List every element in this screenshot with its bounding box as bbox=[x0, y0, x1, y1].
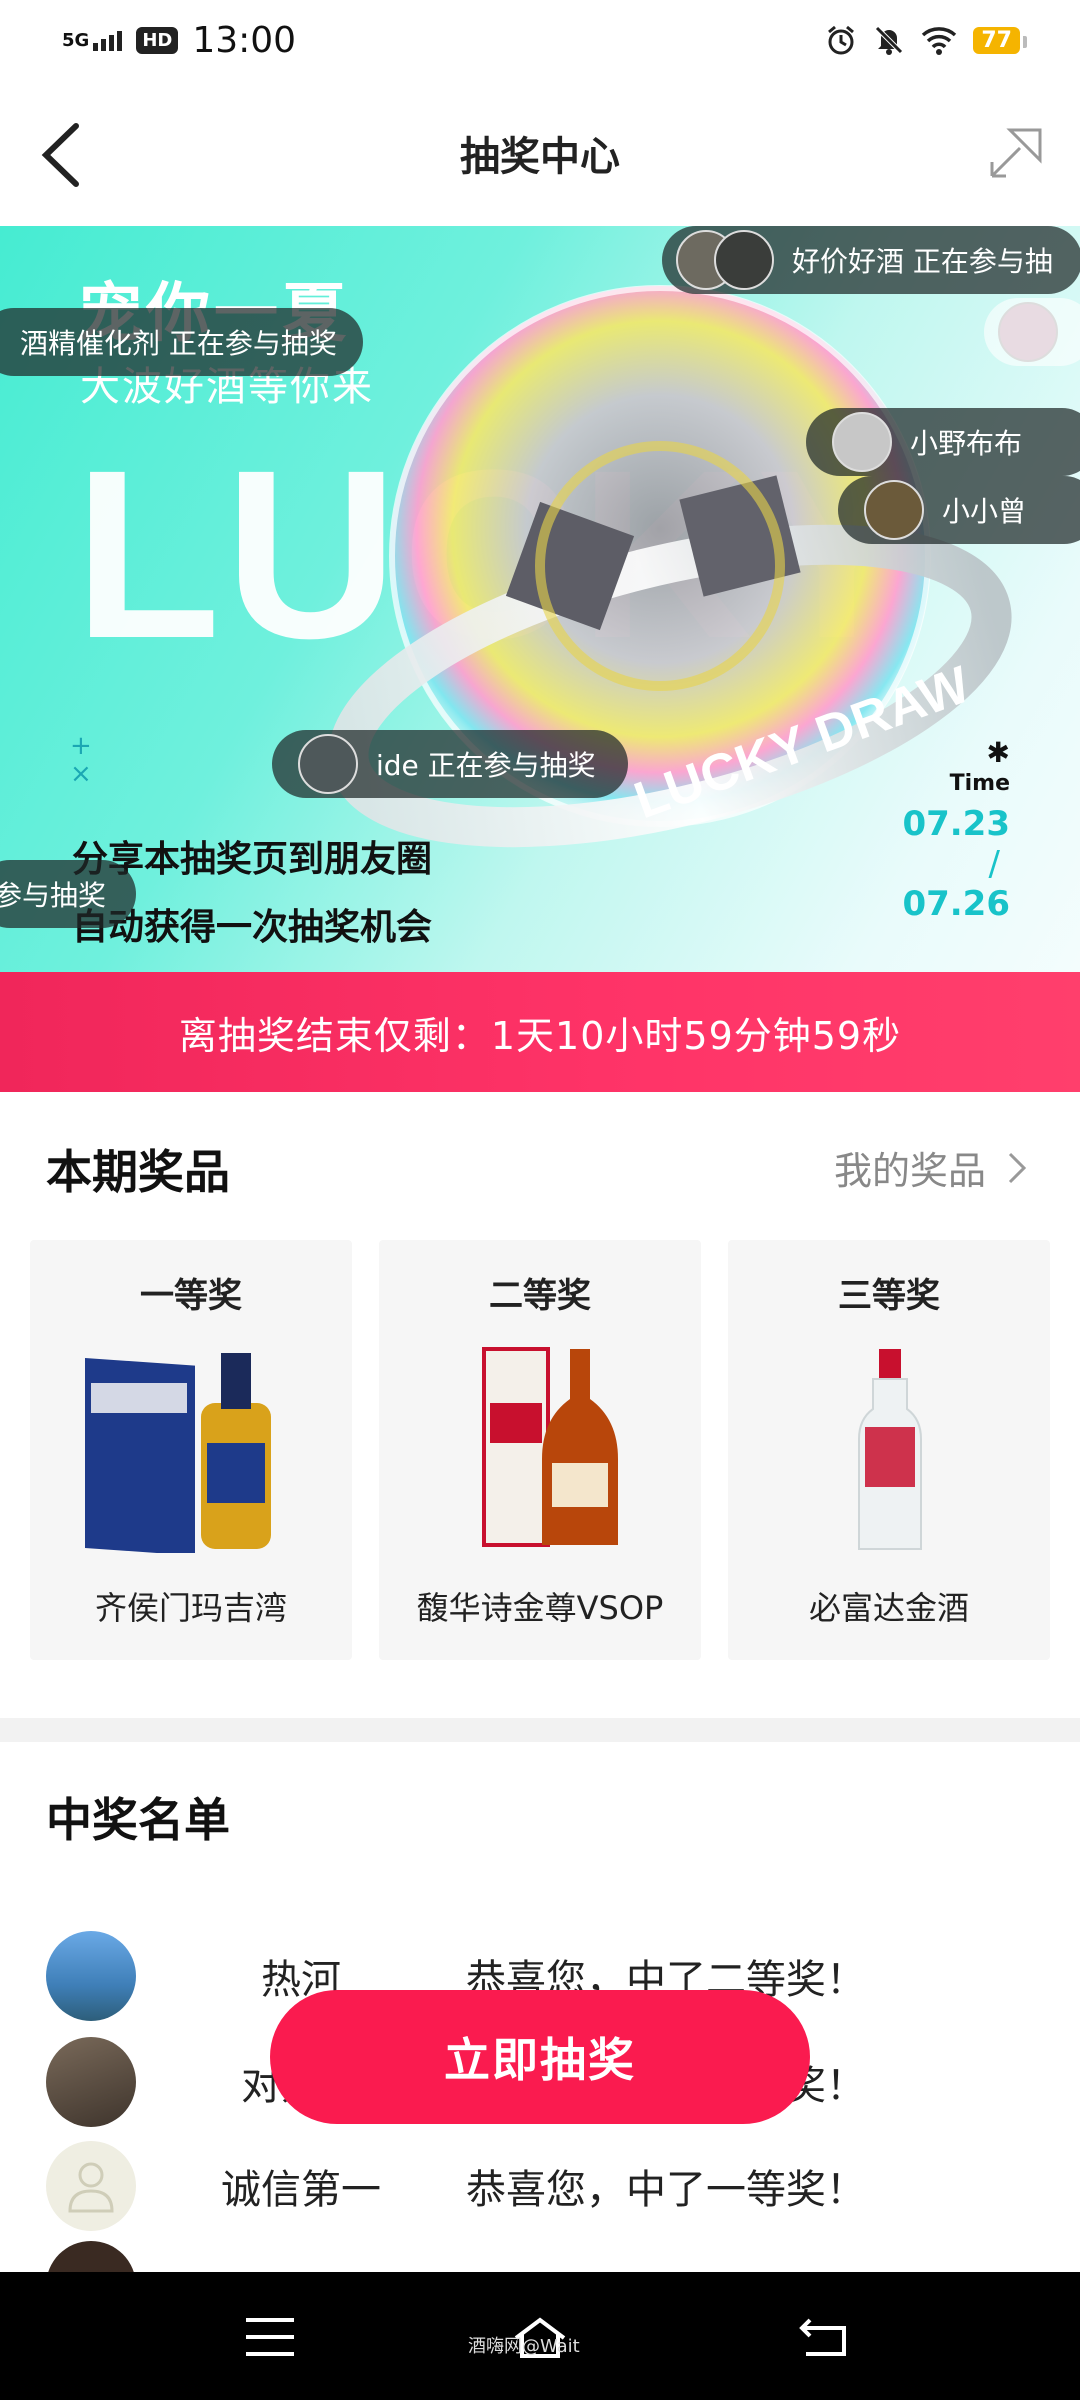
participant-bubble: 好价好酒 正在参与抽 bbox=[662, 226, 1080, 294]
my-prizes-link[interactable]: 我的奖品 bbox=[834, 1140, 1028, 1195]
status-bar: 5G HD 13:00 77 bbox=[0, 0, 1080, 80]
time-label: Time bbox=[949, 771, 1010, 796]
top-nav-bar: 抽奖中心 bbox=[0, 80, 1080, 226]
page-title: 抽奖中心 bbox=[460, 134, 620, 180]
battery-icon: 77 bbox=[973, 26, 1027, 54]
date-end: 07.26 bbox=[902, 884, 1010, 924]
prize-card-first[interactable]: 一等奖 齐侯门玛吉湾 bbox=[30, 1240, 352, 1660]
winners-heading: 中奖名单 bbox=[46, 1793, 230, 1847]
chevron-right-icon bbox=[1008, 1152, 1027, 1183]
hd-icon: HD bbox=[136, 26, 179, 54]
back-arrow-icon[interactable] bbox=[36, 120, 96, 190]
participant-bubble: 参与抽奖 bbox=[0, 860, 136, 928]
avatar bbox=[46, 1931, 136, 2021]
prizes-heading: 本期奖品 bbox=[46, 1145, 230, 1199]
bubble-text: 好价好酒 正在参与抽 bbox=[792, 245, 1053, 278]
winner-message: 恭喜您，中了一等奖！ bbox=[466, 2167, 866, 2213]
prize-card-second[interactable]: 二等奖 馥华诗金尊VSOP bbox=[379, 1240, 701, 1660]
date-separator: / bbox=[988, 844, 1000, 884]
winner-name: 诚信第一 bbox=[221, 2167, 381, 2213]
countdown-banner: 离抽奖结束仅剩：1天10小时59分钟59秒 bbox=[0, 972, 1080, 1092]
participant-bubble: ide 正在参与抽奖 bbox=[272, 730, 628, 798]
prize-rank: 二等奖 bbox=[489, 1276, 591, 1316]
bubble-text: 小野布布 bbox=[910, 427, 1023, 460]
lottery-banner[interactable]: 宠你一夏 大波好酒等你来 LUCKY LUCKY DRAW +× bbox=[0, 226, 1080, 972]
share-icon[interactable] bbox=[986, 122, 1046, 182]
plus-decoration-icon: + × bbox=[70, 731, 92, 789]
bubble-text: 小小曾 bbox=[942, 495, 1027, 528]
my-prizes-label: 我的奖品 bbox=[833, 1149, 986, 1193]
status-time: 13:00 bbox=[192, 19, 297, 61]
avatar bbox=[864, 480, 924, 540]
asterisk-icon: ✱ bbox=[986, 736, 1010, 769]
avatar bbox=[298, 734, 358, 794]
winner-row: 诚信第一 恭喜您，中了一等奖！ bbox=[46, 2140, 1046, 2232]
menu-icon[interactable] bbox=[240, 2312, 300, 2362]
participant-bubble: 酒精催化剂 正在参与抽奖 bbox=[0, 308, 363, 376]
cognac-bottle-image bbox=[482, 1347, 618, 1547]
prize-card-third[interactable]: 三等奖 必富达金酒 bbox=[728, 1240, 1050, 1660]
gin-bottle-image bbox=[858, 1349, 922, 1550]
prize-name: 必富达金酒 bbox=[808, 1589, 969, 1627]
alarm-icon bbox=[828, 25, 855, 55]
status-left: 5G HD 13:00 bbox=[62, 20, 296, 61]
whisky-bottle-image bbox=[85, 1353, 271, 1553]
participant-bubble: 小野布布 bbox=[806, 408, 1080, 476]
prize-rank: 三等奖 bbox=[838, 1276, 940, 1316]
avatar bbox=[998, 302, 1058, 362]
draw-now-button[interactable]: 立即抽奖 bbox=[270, 1990, 810, 2124]
wifi-icon bbox=[922, 27, 957, 55]
event-time-block: ✱ Time 07.23 / 07.26 bbox=[902, 736, 1010, 924]
avatar bbox=[46, 2037, 136, 2127]
prize-name: 齐侯门玛吉湾 bbox=[94, 1589, 287, 1627]
network-type: 5G bbox=[62, 29, 90, 51]
avatar bbox=[714, 230, 774, 290]
bubble-text: ide 正在参与抽奖 bbox=[376, 749, 596, 782]
prize-list: 一等奖 齐侯门玛吉湾 二等奖 馥华诗金尊VSOP 三等奖 必富达金酒 bbox=[30, 1240, 1050, 1660]
avatar bbox=[832, 412, 892, 472]
prize-name: 馥华诗金尊VSOP bbox=[416, 1589, 664, 1627]
bubble-text: 酒精催化剂 正在参与抽奖 bbox=[20, 327, 337, 360]
section-divider bbox=[0, 1718, 1080, 1742]
system-nav-bar: 酒嗨网@Wait bbox=[0, 2272, 1080, 2400]
mute-bell-icon bbox=[875, 26, 904, 55]
prize-rank: 一等奖 bbox=[140, 1276, 242, 1316]
bubble-text: 参与抽奖 bbox=[0, 879, 107, 912]
participant-bubble bbox=[984, 298, 1080, 366]
default-avatar-icon bbox=[46, 2141, 136, 2231]
cellular-signal-icon: 5G bbox=[62, 29, 123, 51]
back-icon[interactable] bbox=[796, 2312, 856, 2362]
date-start: 07.23 bbox=[902, 804, 1010, 844]
watermark-text: 酒嗨网@Wait bbox=[468, 2336, 580, 2357]
status-right: 77 bbox=[825, 24, 1027, 56]
participant-bubble: 小小曾 bbox=[838, 476, 1080, 544]
